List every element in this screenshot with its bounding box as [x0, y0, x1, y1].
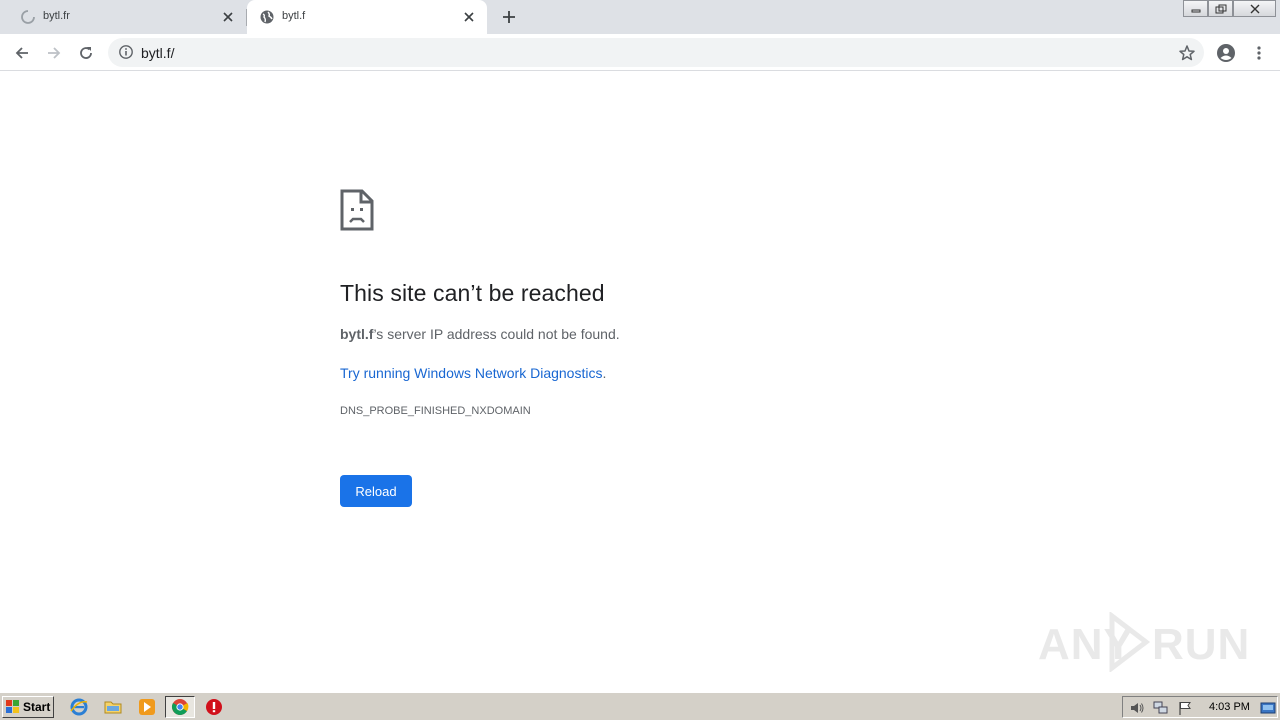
error-host: bytl.f — [340, 326, 374, 342]
chrome-icon — [172, 699, 189, 715]
arrow-right-icon — [48, 47, 61, 59]
arrow-left-icon — [15, 47, 28, 59]
reload-toolbar-button[interactable] — [75, 42, 97, 64]
anyrun-watermark: ANY RUN — [1038, 612, 1249, 672]
info-icon[interactable] — [118, 44, 134, 60]
tab-bytl-f[interactable]: bytl.f — [247, 0, 487, 34]
action-center-flag-icon[interactable] — [1177, 700, 1193, 716]
more-vertical-icon — [1257, 46, 1261, 60]
restore-button[interactable] — [1208, 0, 1233, 17]
show-desktop-icon[interactable] — [1260, 700, 1276, 716]
globe-icon — [260, 10, 274, 24]
forward-button[interactable] — [43, 42, 65, 64]
volume-icon[interactable] — [1129, 700, 1145, 716]
start-label: Start — [23, 700, 51, 714]
taskbar: Start 4:03 PM — [0, 692, 1280, 720]
browser-toolbar: bytl.f/ — [0, 34, 1280, 71]
close-icon[interactable] — [220, 9, 236, 25]
window-controls — [1183, 0, 1276, 18]
address-bar[interactable]: bytl.f/ — [108, 38, 1204, 67]
play-logo-icon — [1109, 612, 1151, 672]
new-tab-button[interactable] — [499, 7, 519, 27]
restore-icon — [1215, 4, 1226, 13]
tab-title: bytl.f — [282, 10, 306, 22]
network-icon[interactable] — [1153, 700, 1169, 716]
diagnostics-line: Try running Windows Network Diagnostics. — [340, 365, 606, 381]
loading-spinner-icon — [21, 10, 35, 24]
chrome-taskbar-button[interactable] — [165, 696, 195, 718]
sad-page-icon — [340, 189, 374, 231]
opera-icon[interactable] — [205, 698, 223, 716]
error-title: This site can’t be reached — [340, 280, 605, 306]
tab-title: bytl.fr — [43, 10, 70, 22]
media-player-icon[interactable] — [138, 698, 156, 716]
start-button[interactable]: Start — [2, 696, 54, 718]
tab-strip: bytl.fr bytl.f — [0, 0, 1280, 34]
close-window-button[interactable] — [1233, 0, 1276, 17]
error-description-text: ’s server IP address could not be found. — [373, 326, 620, 342]
refresh-icon — [80, 47, 92, 59]
close-icon[interactable] — [461, 9, 477, 25]
system-tray: 4:03 PM — [1122, 696, 1278, 718]
bookmark-star-icon[interactable] — [1178, 44, 1196, 62]
minimize-icon — [1191, 9, 1200, 12]
url-text[interactable]: bytl.f/ — [141, 45, 174, 61]
profile-button[interactable] — [1215, 42, 1237, 64]
close-icon — [1250, 4, 1259, 13]
error-code: DNS_PROBE_FINISHED_NXDOMAIN — [340, 405, 531, 417]
clock[interactable]: 4:03 PM — [1209, 701, 1250, 713]
network-diagnostics-link[interactable]: Try running Windows Network Diagnostics — [340, 365, 602, 381]
menu-button[interactable] — [1248, 42, 1270, 64]
folder-icon[interactable] — [104, 698, 122, 716]
reload-button[interactable]: Reload — [340, 475, 412, 507]
diagnostics-suffix: . — [602, 365, 607, 381]
ie-icon[interactable] — [70, 698, 88, 716]
screen: bytl.fr bytl.f bytl.f/ This site can’t b… — [0, 0, 1280, 720]
account-circle-icon — [1217, 44, 1235, 62]
error-description: bytl.f’s server IP address could not be … — [340, 326, 620, 342]
minimize-button[interactable] — [1183, 0, 1208, 17]
tab-bytl-fr[interactable]: bytl.fr — [0, 0, 246, 34]
plus-icon — [503, 11, 515, 23]
back-button[interactable] — [11, 42, 33, 64]
watermark-right: RUN — [1152, 620, 1251, 669]
windows-flag-icon — [6, 700, 19, 713]
